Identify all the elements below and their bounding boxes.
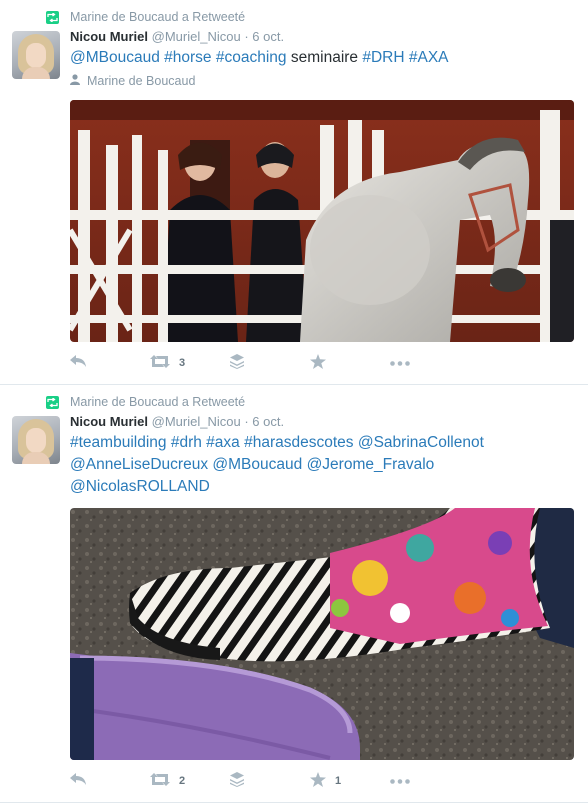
fullname[interactable]: Nicou Muriel bbox=[70, 29, 148, 44]
mentioned-user-link[interactable]: Marine de Boucaud bbox=[87, 74, 195, 88]
username[interactable]: @Muriel_Nicou bbox=[152, 414, 241, 429]
retweet-badge-icon bbox=[46, 395, 59, 409]
favorite-button[interactable]: 1 bbox=[310, 772, 390, 790]
photo-horse-paddock-icon bbox=[70, 100, 574, 342]
timestamp[interactable]: 6 oct. bbox=[252, 414, 284, 429]
avatar[interactable] bbox=[12, 416, 60, 464]
hashtag-link[interactable]: #horse bbox=[164, 49, 211, 66]
tweet-actions: 2 1 bbox=[70, 771, 430, 791]
tweet-text-fragment: seminaire bbox=[286, 49, 363, 66]
hashtag-link[interactable]: #teambuilding bbox=[70, 434, 167, 451]
mention-context: Marine de Boucaud bbox=[70, 74, 195, 88]
username[interactable]: @Muriel_Nicou bbox=[152, 29, 241, 44]
reply-icon bbox=[70, 355, 87, 371]
mention-link[interactable]: @MBoucaud bbox=[212, 456, 302, 473]
star-icon bbox=[310, 772, 326, 790]
retweet-context: Marine de Boucaud a Retweeté bbox=[46, 394, 245, 410]
hashtag-link[interactable]: #DRH bbox=[362, 49, 404, 66]
fullname[interactable]: Nicou Muriel bbox=[70, 414, 148, 429]
retweet-count: 3 bbox=[179, 357, 186, 369]
timeline: Marine de Boucaud a Retweeté Nicou Murie… bbox=[0, 0, 588, 803]
more-button[interactable] bbox=[390, 357, 430, 369]
more-dots-icon bbox=[390, 357, 410, 369]
stack-icon bbox=[230, 772, 244, 790]
tweet-header: Nicou Muriel @Muriel_Nicou · 6 oct. bbox=[70, 414, 284, 429]
tweet-text: #teambuilding #drh #axa #harasdescotes @… bbox=[70, 432, 570, 498]
tweet-photo[interactable] bbox=[70, 508, 574, 760]
favorite-count: 1 bbox=[335, 775, 342, 787]
retweet-context: Marine de Boucaud a Retweeté bbox=[46, 9, 245, 25]
tweet-text: @MBoucaud #horse #coaching seminaire #DR… bbox=[70, 47, 570, 69]
retweet-count: 2 bbox=[179, 775, 186, 787]
hashtag-link[interactable]: #coaching bbox=[216, 49, 287, 66]
retweet-context-label[interactable]: Marine de Boucaud a Retweeté bbox=[70, 10, 245, 24]
mention-link[interactable]: @AnneLiseDucreux bbox=[70, 456, 208, 473]
mention-link[interactable]: @MBoucaud bbox=[70, 49, 160, 66]
collection-button[interactable] bbox=[230, 772, 310, 790]
reply-button[interactable] bbox=[70, 773, 150, 789]
retweet-button[interactable]: 2 bbox=[150, 773, 230, 789]
tweet-photo[interactable] bbox=[70, 100, 574, 342]
separator: · bbox=[244, 29, 249, 44]
tweet-header: Nicou Muriel @Muriel_Nicou · 6 oct. bbox=[70, 29, 284, 44]
hashtag-link[interactable]: #drh bbox=[171, 434, 202, 451]
mention-link[interactable]: @Jerome_Fravalo bbox=[307, 456, 435, 473]
hashtag-link[interactable]: #AXA bbox=[409, 49, 449, 66]
star-icon bbox=[310, 354, 326, 372]
user-icon bbox=[70, 74, 80, 88]
retweet-button[interactable]: 3 bbox=[150, 355, 230, 371]
retweet-badge-icon bbox=[46, 10, 59, 24]
mention-link[interactable]: @SabrinaCollenot bbox=[358, 434, 484, 451]
favorite-button[interactable] bbox=[310, 354, 390, 372]
mention-link[interactable]: @NicolasROLLAND bbox=[70, 478, 210, 495]
reply-icon bbox=[70, 773, 87, 789]
avatar[interactable] bbox=[12, 31, 60, 79]
photo-rain-boots-icon bbox=[70, 508, 574, 760]
stack-icon bbox=[230, 354, 244, 372]
retweet-icon bbox=[150, 773, 170, 789]
hashtag-link[interactable]: #axa bbox=[206, 434, 240, 451]
retweet-icon bbox=[150, 355, 170, 371]
tweet[interactable]: Marine de Boucaud a Retweeté Nicou Murie… bbox=[0, 0, 588, 385]
tweet[interactable]: Marine de Boucaud a Retweeté Nicou Murie… bbox=[0, 385, 588, 803]
tweet-actions: 3 bbox=[70, 353, 430, 373]
retweet-context-label[interactable]: Marine de Boucaud a Retweeté bbox=[70, 395, 245, 409]
more-button[interactable] bbox=[390, 775, 430, 787]
hashtag-link[interactable]: #harasdescotes bbox=[244, 434, 353, 451]
collection-button[interactable] bbox=[230, 354, 310, 372]
timestamp[interactable]: 6 oct. bbox=[252, 29, 284, 44]
more-dots-icon bbox=[390, 775, 410, 787]
reply-button[interactable] bbox=[70, 355, 150, 371]
separator: · bbox=[244, 414, 249, 429]
